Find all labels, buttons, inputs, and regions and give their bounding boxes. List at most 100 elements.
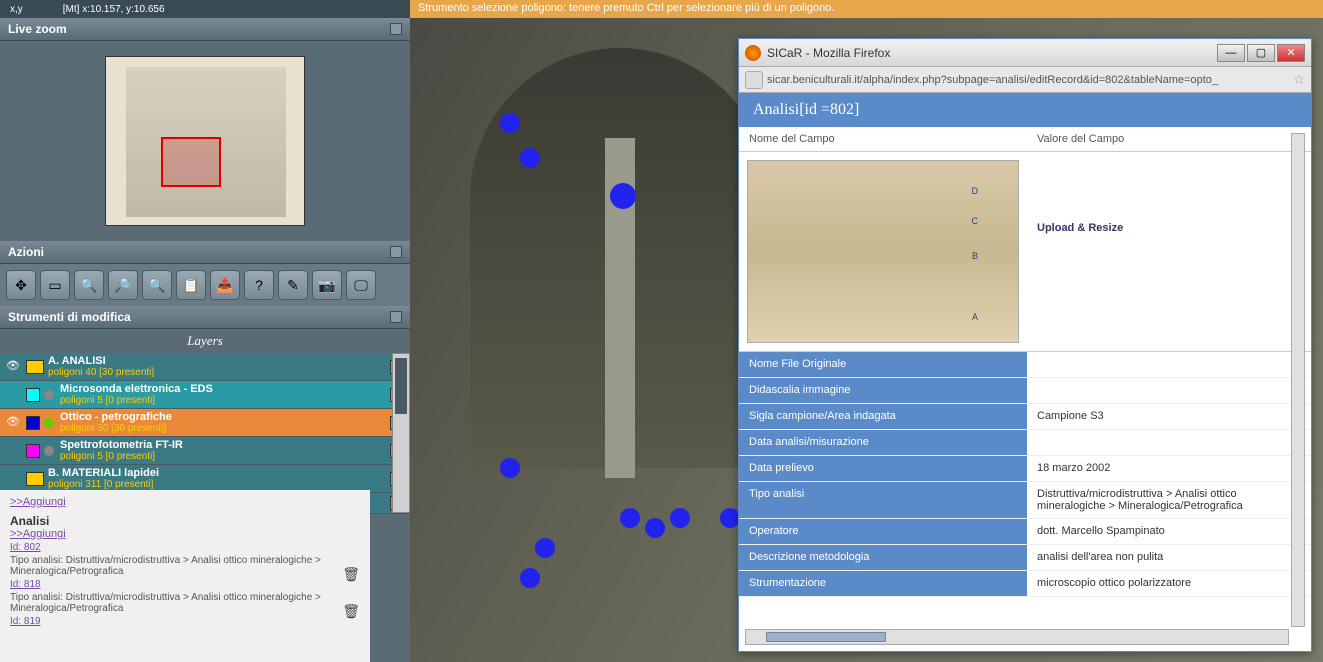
layers-title: Layers (0, 329, 410, 353)
tool-help[interactable]: ? (244, 270, 274, 300)
field-row: Tipo analisiDistruttiva/microdistruttiva… (739, 482, 1311, 519)
upload-link[interactable]: Upload & Resize (1027, 152, 1311, 351)
tool-select[interactable]: ▭ (40, 270, 70, 300)
tool-zoom-in[interactable]: 🔍 (74, 270, 104, 300)
horizontal-scrollbar[interactable] (745, 629, 1289, 645)
titlebar[interactable]: SICaR - Mozilla Firefox — ▢ ✕ (739, 39, 1311, 67)
sample-image[interactable]: A B C D (739, 152, 1027, 351)
field-name: Nome File Originale (739, 352, 1027, 377)
left-panel: x,y [Mt] x:10.157, y:10.656 Live zoom Az… (0, 0, 410, 662)
close-button[interactable]: ✕ (1277, 44, 1305, 62)
doc-icon (26, 472, 44, 486)
eye-icon[interactable] (6, 387, 22, 403)
field-row: Operatoredott. Marcello Spampinato (739, 519, 1311, 545)
sample-dot[interactable] (500, 113, 520, 133)
field-row: Sigla campione/Area indagataCampione S3 (739, 404, 1311, 430)
url-text[interactable]: sicar.beniculturali.it/alpha/index.php?s… (767, 74, 1288, 86)
color-chip (26, 444, 40, 458)
sample-dot[interactable] (645, 518, 665, 538)
url-bar: sicar.beniculturali.it/alpha/index.php?s… (739, 67, 1311, 93)
collapse-icon[interactable] (390, 23, 402, 35)
field-value[interactable]: Campione S3 (1027, 404, 1311, 429)
sample-dot[interactable] (520, 568, 540, 588)
minimize-button[interactable]: — (1217, 44, 1245, 62)
id-link[interactable]: Id: 802 (10, 542, 41, 553)
tool-pointer[interactable]: ✥ (6, 270, 36, 300)
coord-label: x,y (10, 4, 23, 15)
id-link[interactable]: Id: 818 (10, 579, 41, 590)
field-value[interactable] (1027, 378, 1311, 403)
tool-layer[interactable]: 📋 (176, 270, 206, 300)
sample-dot[interactable] (535, 538, 555, 558)
layer-group-b[interactable]: B. MATERIALI lapideipoligoni 311 [0 pres… (0, 465, 410, 493)
collapse-icon[interactable] (390, 246, 402, 258)
coord-value: [Mt] x:10.157, y:10.656 (63, 4, 165, 15)
vertical-scrollbar[interactable] (1291, 133, 1305, 627)
field-value[interactable]: microscopio ottico polarizzatore (1027, 571, 1311, 596)
form-header: Analisi[id =802] (739, 93, 1311, 127)
field-row: Nome File Originale (739, 352, 1311, 378)
section-title: Analisi (10, 514, 360, 528)
layer-ottico[interactable]: 👁 Ottico - petrografichepoligoni 30 [30 … (0, 409, 410, 437)
layer-eds[interactable]: Microsonda elettronica - EDSpoligoni 5 [… (0, 381, 410, 409)
field-value[interactable] (1027, 430, 1311, 455)
coordinate-bar: x,y [Mt] x:10.157, y:10.656 (0, 0, 410, 18)
actions-toolbar: ✥ ▭ 🔍 🔎 🔍 📋 📤 ? ✎ 📷 🖵 (0, 264, 410, 306)
sample-dot[interactable] (520, 148, 540, 168)
tool-search[interactable]: 🔍 (142, 270, 172, 300)
popup-window: SICaR - Mozilla Firefox — ▢ ✕ sicar.beni… (738, 38, 1312, 652)
field-value[interactable]: analisi dell'area non pulita (1027, 545, 1311, 570)
field-row: Data prelievo18 marzo 2002 (739, 456, 1311, 482)
field-name: Didascalia immagine (739, 378, 1027, 403)
doc-icon (26, 360, 44, 374)
firefox-icon (745, 45, 761, 61)
tool-zoom-out[interactable]: 🔎 (108, 270, 138, 300)
field-name: Descrizione metodologia (739, 545, 1027, 570)
field-row: Descrizione metodologiaanalisi dell'area… (739, 545, 1311, 571)
trash-icon[interactable]: 🗑 (342, 566, 360, 583)
eye-icon[interactable] (6, 471, 22, 487)
field-value[interactable]: 18 marzo 2002 (1027, 456, 1311, 481)
maximize-button[interactable]: ▢ (1247, 44, 1275, 62)
layer-ftir[interactable]: Spettrofotometria FT-IRpoligoni 5 [0 pre… (0, 437, 410, 465)
field-row: Didascalia immagine (739, 378, 1311, 404)
color-chip (26, 388, 40, 402)
id-link[interactable]: Id: 819 (10, 616, 41, 627)
hint-bar: Strumento selezione poligono: tenere pre… (410, 0, 1323, 18)
color-chip (26, 416, 40, 430)
trash-icon[interactable]: 🗑 (342, 603, 360, 620)
layers-scrollbar[interactable] (392, 353, 410, 513)
analysis-row: Tipo analisi: Distruttiva/microdistrutti… (10, 592, 360, 614)
live-zoom-header: Live zoom (0, 18, 410, 41)
collapse-icon[interactable] (390, 311, 402, 323)
bookmark-icon[interactable]: ☆ (1292, 71, 1305, 88)
field-value[interactable]: Distruttiva/microdistruttiva > Analisi o… (1027, 482, 1311, 518)
layer-group-a[interactable]: 👁 A. ANALISIpoligoni 40 [30 presenti] (0, 353, 410, 381)
sample-dot[interactable] (620, 508, 640, 528)
field-value[interactable]: dott. Marcello Spampinato (1027, 519, 1311, 544)
eye-icon[interactable] (6, 443, 22, 459)
field-row: Strumentazionemicroscopio ottico polariz… (739, 571, 1311, 597)
field-value[interactable] (1027, 352, 1311, 377)
sample-dot[interactable] (720, 508, 740, 528)
zoom-preview[interactable] (0, 41, 410, 241)
field-name: Tipo analisi (739, 482, 1027, 518)
tool-monitor[interactable]: 🖵 (346, 270, 376, 300)
add-link[interactable]: >>Aggiungi (10, 528, 360, 540)
globe-icon[interactable] (745, 71, 763, 89)
field-row: Data analisi/misurazione (739, 430, 1311, 456)
sample-dot[interactable] (500, 458, 520, 478)
sample-dot[interactable] (670, 508, 690, 528)
tool-pencil[interactable]: ✎ (278, 270, 308, 300)
eye-icon[interactable]: 👁 (6, 415, 22, 431)
add-link[interactable]: >>Aggiungi (10, 496, 360, 508)
window-title: SICaR - Mozilla Firefox (767, 46, 1217, 60)
tool-camera[interactable]: 📷 (312, 270, 342, 300)
image-row: A B C D Upload & Resize (739, 152, 1311, 352)
info-panel: >>Aggiungi Analisi >>Aggiungi Id: 802 Ti… (0, 490, 370, 662)
eye-icon[interactable]: 👁 (6, 359, 22, 375)
field-name: Operatore (739, 519, 1027, 544)
tool-export[interactable]: 📤 (210, 270, 240, 300)
sample-dot[interactable] (610, 183, 636, 209)
field-name: Data analisi/misurazione (739, 430, 1027, 455)
